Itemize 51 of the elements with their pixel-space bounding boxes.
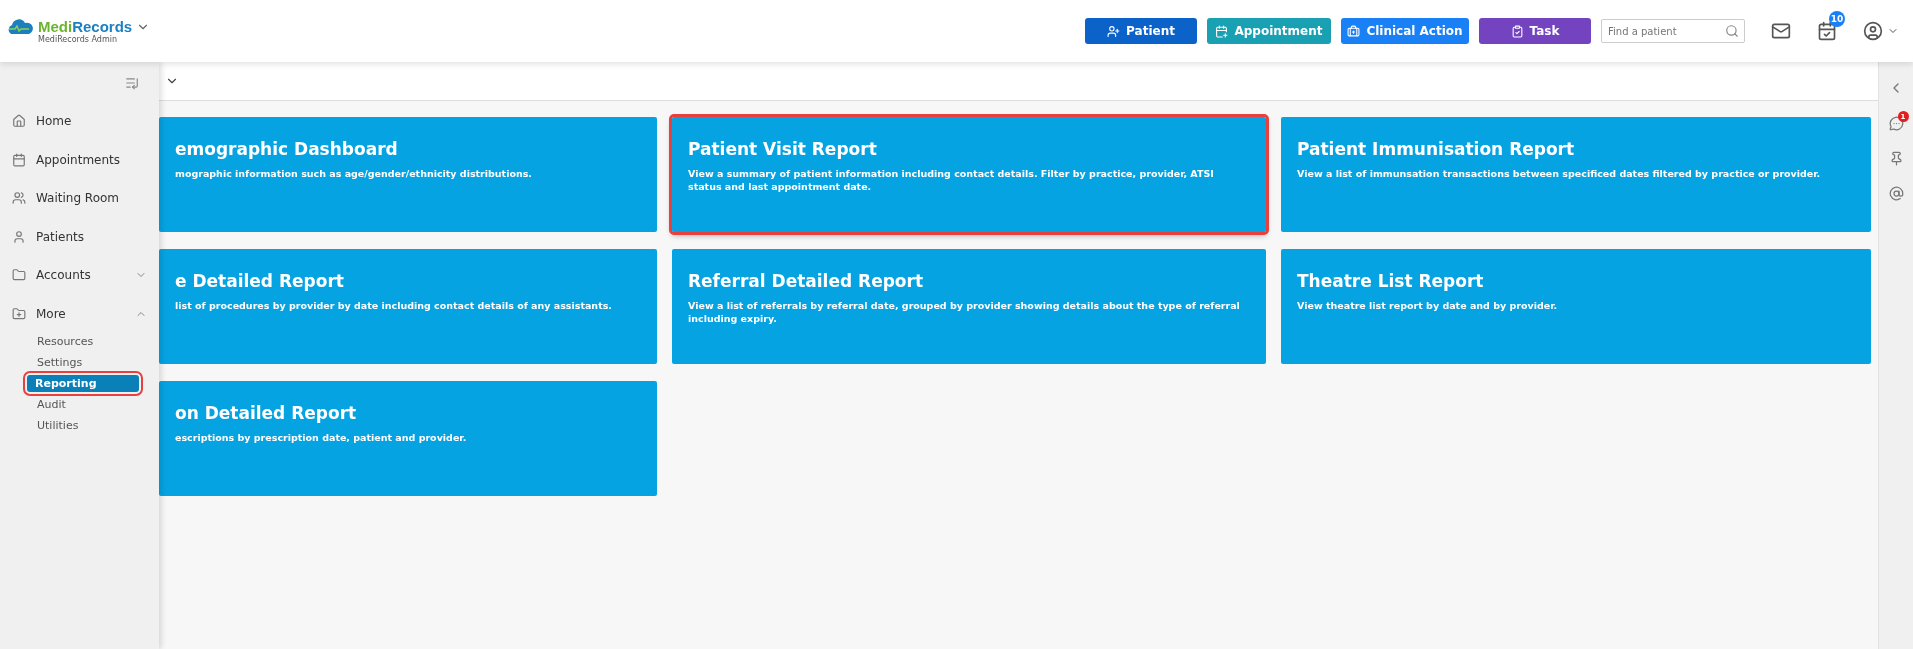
at-sign-icon[interactable] — [1888, 186, 1904, 201]
card-title: Patient Visit Report — [688, 139, 878, 159]
calendar-check-icon[interactable] — [1817, 21, 1837, 41]
search-field[interactable]: Find a patient — [1601, 19, 1745, 43]
card-description: View theatre list report by date and by provider. — [1297, 299, 1559, 313]
mail-icon[interactable] — [1771, 21, 1791, 41]
user-plus-icon — [1107, 24, 1121, 38]
card-title: on Detailed Report — [175, 403, 358, 423]
sidebar-item[interactable]: Home — [0, 102, 159, 141]
brand-name[interactable]: MediRecords — [38, 18, 133, 35]
pin-icon[interactable] — [1888, 151, 1904, 166]
sidebar-subitem[interactable]: Settings — [29, 354, 141, 371]
chat-icon[interactable] — [1888, 116, 1904, 131]
calendar-icon — [12, 152, 26, 167]
person-icon — [12, 229, 26, 244]
folder-icon — [12, 268, 26, 283]
card-description: View a summary of patient information including contact details. Filter by practice, provider, ATSI status and last appointment date. — [688, 167, 1215, 194]
card-title: emographic Dashboard — [175, 139, 399, 159]
folder-plus-icon — [12, 306, 26, 321]
cloud-logo-icon — [6, 18, 34, 35]
collapse-sidebar-icon[interactable] — [125, 76, 139, 90]
sidebar-subitem[interactable]: Utilities — [29, 417, 141, 434]
card-title: e Detailed Report — [175, 271, 345, 291]
card-description: View a list of immunsation transactions between specificed dates filtered by practice or provider. — [1297, 167, 1822, 181]
header-button[interactable]: Patient — [1085, 18, 1197, 44]
medical-case-icon — [1347, 24, 1361, 38]
sidebar-item[interactable]: Patients — [0, 217, 159, 256]
header-button[interactable]: Appointment — [1207, 18, 1331, 44]
card-title: Referral Detailed Report — [688, 271, 925, 291]
brand-subtitle: MediRecords Admin — [38, 35, 118, 44]
people-icon — [12, 191, 26, 206]
card-title: Theatre List Report — [1297, 271, 1485, 291]
card-title: Patient Immunisation Report — [1297, 139, 1576, 159]
sidebar-item[interactable]: Waiting Room — [0, 179, 159, 218]
sidebar-subitem[interactable]: Audit — [29, 396, 141, 413]
sidebar-item[interactable]: More — [0, 294, 159, 333]
home-icon — [12, 114, 26, 129]
card-description: escriptions by prescription date, patient and provider. — [175, 431, 468, 445]
header-button[interactable]: Clinical Action — [1341, 18, 1469, 44]
sidebar-item[interactable]: Accounts — [0, 256, 159, 295]
card-description: mographic information such as age/gender/ethnicity distributions. — [175, 167, 533, 181]
card-description: View a list of referrals by referral date, grouped by provider showing details about the type of referral including expiry. — [688, 299, 1241, 326]
card-description: list of procedures by provider by date including contact details of any assistants. — [175, 299, 613, 313]
count-badge: 10 — [1829, 11, 1845, 27]
header-button[interactable]: Task — [1479, 18, 1591, 44]
clipboard-check-icon — [1510, 24, 1524, 38]
user-avatar-icon[interactable] — [1863, 21, 1883, 41]
sidebar-subitem[interactable]: Resources — [29, 333, 141, 350]
search-icon — [1725, 24, 1739, 38]
calendar-plus-icon — [1215, 24, 1229, 38]
sidebar-item[interactable]: Appointments — [0, 140, 159, 179]
